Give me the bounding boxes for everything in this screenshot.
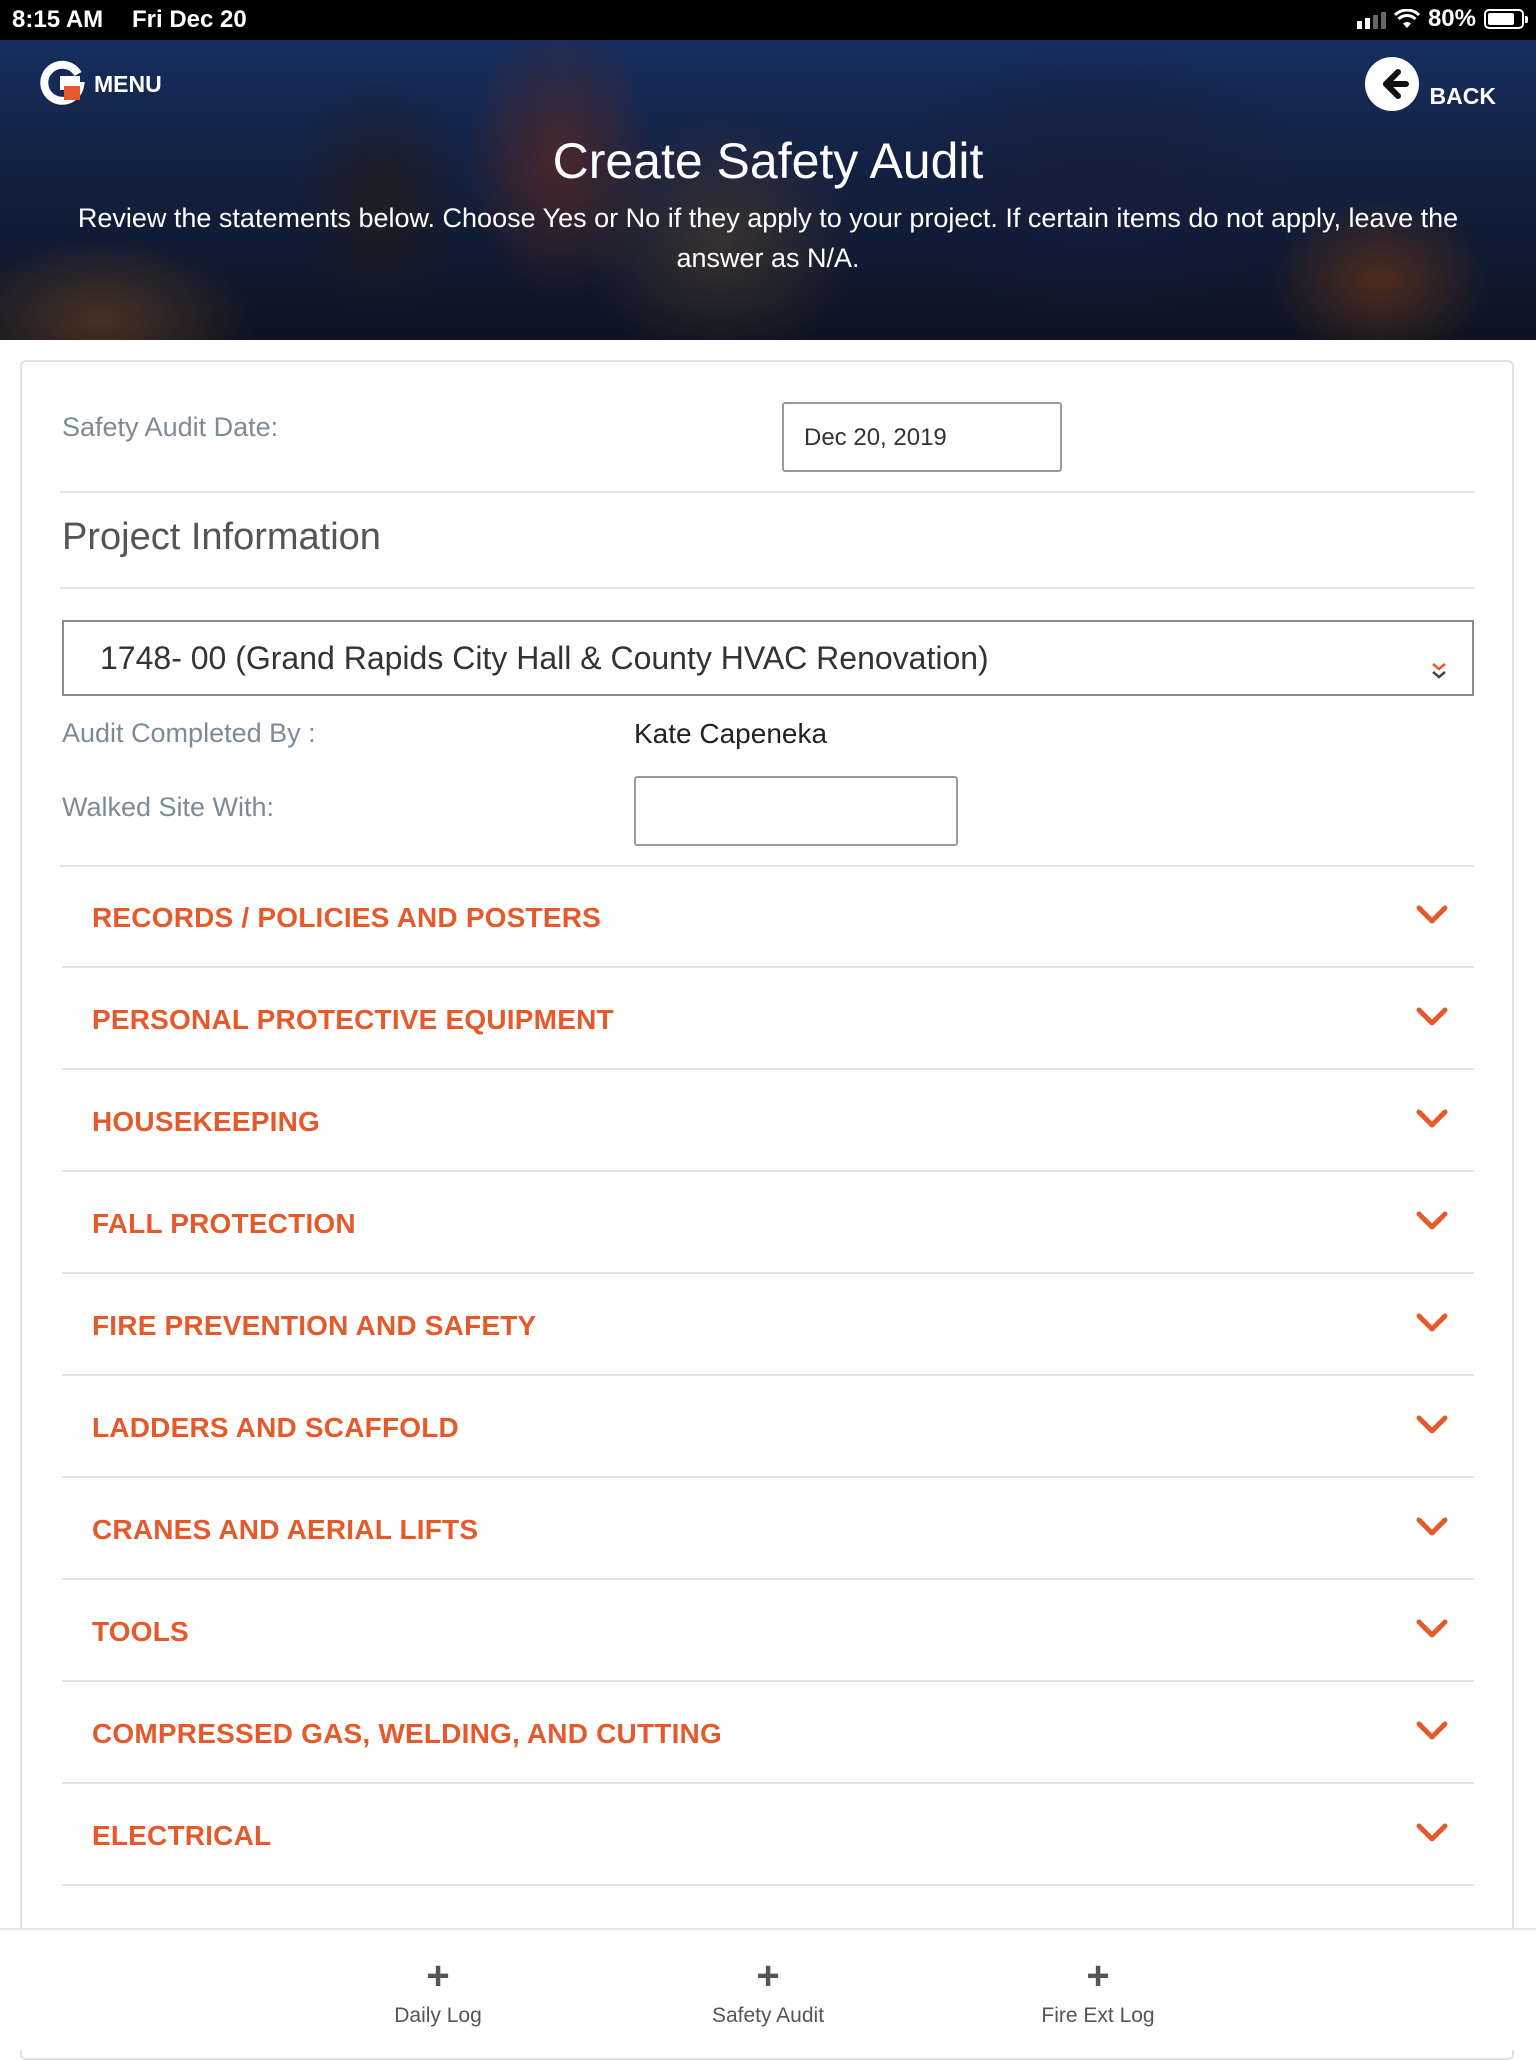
status-time: 8:15 AM	[12, 6, 104, 33]
page-subtitle: Review the statements below. Choose Yes …	[77, 203, 1459, 273]
chevron-down-icon	[1416, 1517, 1448, 1536]
chevron-down-icon	[1416, 1823, 1448, 1842]
audit-date-label: Safety Audit Date:	[62, 412, 279, 442]
chevron-down-icon	[1416, 1211, 1448, 1230]
accordion-section[interactable]: PERSONAL PROTECTIVE EQUIPMENT	[62, 968, 1474, 1070]
page-title: Create Safety Audit	[552, 133, 984, 189]
chevron-down-icon	[1416, 1619, 1448, 1638]
chevron-down-icon	[1416, 1721, 1448, 1740]
section-title: FIRE PREVENTION AND SAFETY	[92, 1310, 537, 1341]
audit-sections-list: RECORDS / POLICIES AND POSTERS PERSONAL P…	[62, 866, 1474, 1886]
chevron-down-icon	[1416, 1415, 1448, 1434]
cellular-signal-icon	[1356, 9, 1386, 29]
completed-by-label: Audit Completed By :	[62, 718, 316, 748]
back-label: BACK	[1429, 83, 1496, 109]
plus-icon: +	[426, 1954, 450, 1998]
section-title: HOUSEKEEPING	[92, 1106, 320, 1137]
project-information-heading: Project Information	[62, 516, 381, 558]
status-bar: 8:15 AM Fri Dec 20 80%	[0, 0, 1536, 40]
battery-icon	[1484, 9, 1528, 29]
accordion-section[interactable]: TOOLS	[62, 1580, 1474, 1682]
accordion-section[interactable]: LADDERS AND SCAFFOLD	[62, 1376, 1474, 1478]
tab-label: Daily Log	[394, 2004, 482, 2027]
wifi-icon	[1393, 9, 1420, 28]
accordion-section[interactable]: ELECTRICAL	[62, 1784, 1474, 1886]
accordion-section[interactable]: COMPRESSED GAS, WELDING, AND CUTTING	[62, 1682, 1474, 1784]
tab-safety-audit[interactable]: + Safety Audit	[668, 1954, 868, 2028]
accordion-section[interactable]: FALL PROTECTION	[62, 1172, 1474, 1274]
walked-with-label: Walked Site With:	[62, 792, 275, 822]
project-selected-value: 1748- 00 (Grand Rapids City Hall & Count…	[100, 640, 989, 676]
chevron-up-down-icon	[1432, 663, 1446, 679]
back-button[interactable]: BACK	[1364, 56, 1496, 112]
status-date: Fri Dec 20	[132, 6, 247, 33]
tab-label: Fire Ext Log	[1041, 2004, 1155, 2027]
battery-percent: 80%	[1427, 5, 1476, 32]
back-arrow-icon	[1364, 57, 1419, 111]
section-title: CRANES AND AERIAL LIFTS	[92, 1514, 479, 1545]
chevron-down-icon	[1416, 1109, 1448, 1128]
g-logo-icon	[40, 60, 85, 105]
menu-button[interactable]: MENU	[38, 60, 162, 108]
walked-with-input[interactable]	[634, 776, 958, 846]
section-title: ELECTRICAL	[92, 1820, 272, 1851]
status-indicators: 80%	[1356, 5, 1528, 33]
tab-label: Safety Audit	[711, 2004, 825, 2027]
audit-date-input[interactable]: Dec 20, 2019	[782, 402, 1062, 472]
chevron-down-icon	[1416, 905, 1448, 924]
section-title: RECORDS / POLICIES AND POSTERS	[92, 902, 602, 933]
section-title: LADDERS AND SCAFFOLD	[92, 1412, 459, 1443]
menu-label: MENU	[94, 70, 162, 97]
tab-fire-ext-log[interactable]: + Fire Ext Log	[998, 1954, 1198, 2028]
section-title: COMPRESSED GAS, WELDING, AND CUTTING	[92, 1718, 722, 1749]
section-title: FALL PROTECTION	[92, 1208, 356, 1239]
section-title: TOOLS	[92, 1616, 189, 1647]
divider	[60, 491, 1474, 493]
accordion-section[interactable]: HOUSEKEEPING	[62, 1070, 1474, 1172]
section-title: PERSONAL PROTECTIVE EQUIPMENT	[92, 1004, 614, 1035]
bottom-tab-bar: + Daily Log + Safety Audit + Fire Ext Lo…	[0, 1928, 1536, 2050]
tab-daily-log[interactable]: + Daily Log	[338, 1954, 538, 2028]
header-banner: MENU BACK Create Safety Audit Review the…	[0, 40, 1536, 340]
chevron-down-icon	[1416, 1313, 1448, 1332]
chevron-down-icon	[1416, 1007, 1448, 1026]
divider	[60, 587, 1474, 589]
project-select[interactable]: 1748- 00 (Grand Rapids City Hall & Count…	[62, 620, 1474, 696]
plus-icon: +	[756, 1954, 780, 1998]
accordion-section[interactable]: FIRE PREVENTION AND SAFETY	[62, 1274, 1474, 1376]
accordion-section[interactable]: RECORDS / POLICIES AND POSTERS	[62, 866, 1474, 968]
accordion-section[interactable]: CRANES AND AERIAL LIFTS	[62, 1478, 1474, 1580]
completed-by-value: Kate Capeneka	[634, 718, 828, 749]
plus-icon: +	[1086, 1954, 1110, 1998]
